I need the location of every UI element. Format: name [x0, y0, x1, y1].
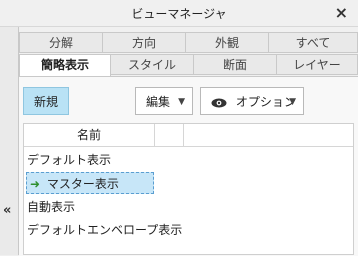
list-item-label: デフォルトエンベロープ表示 — [27, 223, 183, 237]
column-header-blank[interactable] — [155, 124, 184, 146]
collapse-strip[interactable]: « — [0, 27, 19, 255]
options-label: オプション — [235, 95, 296, 109]
tab-orientation[interactable]: 方向 — [102, 32, 186, 53]
tab-appearance[interactable]: 外観 — [185, 32, 269, 53]
column-header-name[interactable]: 名前 — [24, 124, 155, 146]
table-header: 名前 — [24, 124, 353, 147]
tab-explode[interactable]: 分解 — [19, 32, 103, 53]
chevron-down-icon: ▼ — [178, 97, 185, 107]
list-item[interactable]: 自動表示 — [24, 196, 75, 218]
close-icon[interactable]: × — [335, 3, 348, 22]
edit-label: 編集 — [146, 95, 171, 109]
collapse-icon[interactable]: « — [3, 203, 11, 218]
view-list: 名前 デフォルト表示 ➜ マスター表示 自動表示 デフォルトエンベロープ表示 — [23, 123, 354, 255]
tab-row-2: 簡略表示 スタイル 断面 レイヤー — [19, 54, 358, 77]
list-item[interactable]: デフォルトエンベロープ表示 — [24, 219, 182, 241]
tab-section[interactable]: 断面 — [193, 54, 277, 75]
tab-panel: 新規 編集 ▼ オプション ▼ 名前 デフォルト表示 ➜ マスター表示 自動表示… — [19, 76, 358, 256]
tab-layer[interactable]: レイヤー — [276, 54, 358, 75]
list-item-selected[interactable]: ➜ マスター表示 — [26, 172, 154, 194]
chevron-down-icon: ▼ — [289, 97, 296, 107]
edit-dropdown[interactable]: 編集 ▼ — [135, 87, 193, 115]
tab-style[interactable]: スタイル — [110, 54, 194, 75]
tab-simplified-rep[interactable]: 簡略表示 — [19, 54, 111, 77]
list-item-label: 自動表示 — [27, 200, 76, 214]
tab-all[interactable]: すべて — [268, 32, 358, 53]
arrow-right-icon: ➜ — [30, 177, 41, 191]
list-item-label: デフォルト表示 — [27, 153, 112, 167]
title-bar: ビューマネージャ × — [0, 0, 358, 27]
new-button[interactable]: 新規 — [23, 87, 69, 115]
options-dropdown[interactable]: オプション ▼ — [200, 87, 304, 115]
eye-icon — [211, 98, 227, 107]
list-item[interactable]: デフォルト表示 — [24, 149, 111, 171]
tab-row-1: 分解 方向 外観 すべて — [19, 32, 358, 54]
window-title: ビューマネージャ — [131, 7, 227, 21]
list-item-label: マスター表示 — [46, 177, 119, 191]
